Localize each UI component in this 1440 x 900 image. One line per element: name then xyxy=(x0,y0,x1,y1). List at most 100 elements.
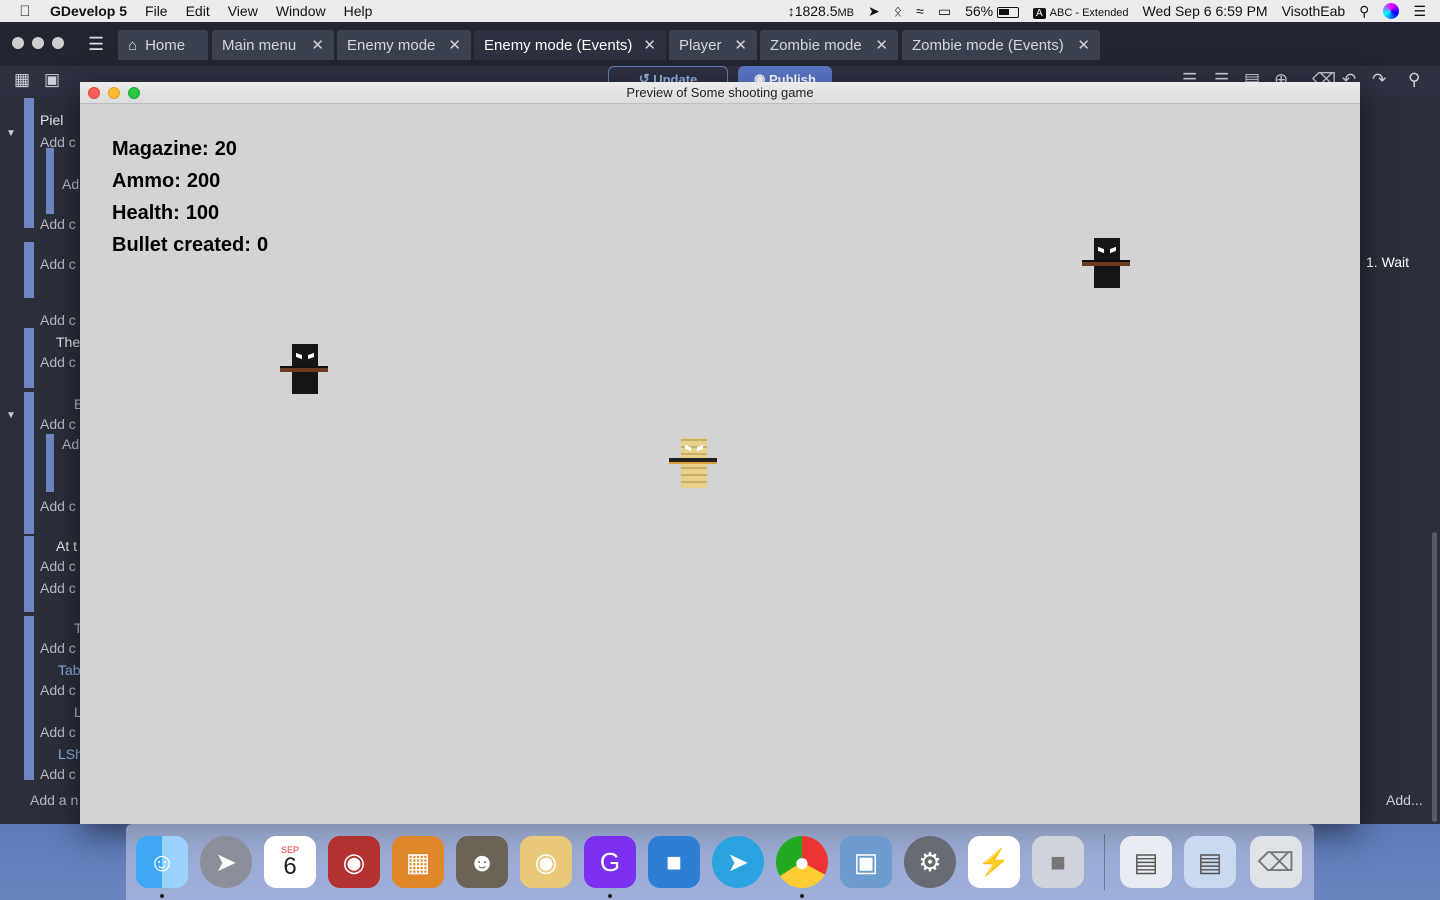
tab-main-menu[interactable]: Main menu ✕ xyxy=(212,30,334,60)
preview-icon[interactable]: ▣ xyxy=(840,836,892,888)
subevent-bar xyxy=(46,434,54,492)
menu-view[interactable]: View xyxy=(228,3,258,19)
roblox-icon[interactable]: ■ xyxy=(1032,836,1084,888)
close-icon[interactable]: ✕ xyxy=(1067,36,1090,54)
event-condition[interactable]: At t xyxy=(56,538,80,554)
location-icon[interactable]: ➤ xyxy=(868,3,880,20)
add-condition-link[interactable]: Add c xyxy=(40,682,80,698)
menu-edit[interactable]: Edit xyxy=(186,3,210,19)
preview-title: Preview of Some shooting game xyxy=(626,85,814,100)
tab-enemy-mode-events[interactable]: Enemy mode (Events) ✕ xyxy=(474,30,666,60)
close-icon[interactable]: ✕ xyxy=(438,36,461,54)
add-condition-link[interactable]: Add c xyxy=(40,580,80,596)
window-close-button[interactable] xyxy=(12,37,24,49)
system-preferences-icon[interactable]: ⚙ xyxy=(904,836,956,888)
add-condition-link[interactable]: Add c xyxy=(40,558,80,574)
event-condition[interactable]: The xyxy=(56,334,80,350)
gimp-icon[interactable]: ☻ xyxy=(456,836,508,888)
menu-app-name[interactable]: GDevelop 5 xyxy=(50,3,127,19)
window-minimize-button[interactable] xyxy=(32,37,44,49)
close-icon[interactable]: ✕ xyxy=(865,36,888,54)
tab-label: Home xyxy=(145,36,186,54)
telegram-icon[interactable]: ➤ xyxy=(712,836,764,888)
add-condition-link[interactable]: Ad xyxy=(62,176,80,192)
add-condition-link[interactable]: Add c xyxy=(40,256,80,272)
add-condition-link[interactable]: Add c xyxy=(40,416,80,432)
search-icon[interactable]: ⚲ xyxy=(1408,70,1420,90)
gdevelop-icon[interactable]: G xyxy=(584,836,636,888)
window-zoom-button[interactable] xyxy=(52,37,64,49)
dock-separator xyxy=(1104,834,1105,890)
menu-file[interactable]: File xyxy=(145,3,168,19)
downloads-stack-icon[interactable]: ▤ xyxy=(1120,836,1172,888)
finder-icon[interactable]: ☺ xyxy=(136,836,188,888)
paint-icon[interactable]: ◉ xyxy=(520,836,572,888)
panels-icon[interactable]: ▦ xyxy=(14,70,30,90)
add-condition-link[interactable]: Ad xyxy=(62,436,80,452)
save-icon[interactable]: ▣ xyxy=(44,70,60,90)
add-condition-link[interactable]: Add c xyxy=(40,766,80,782)
event-bar xyxy=(24,536,34,612)
spotlight-search-icon[interactable]: ⚲ xyxy=(1359,3,1369,20)
chrome-icon[interactable]: ● xyxy=(776,836,828,888)
photo-booth-icon[interactable]: ◉ xyxy=(328,836,380,888)
event-condition[interactable]: Tab xyxy=(58,662,80,678)
airplay-icon[interactable]: ▭ xyxy=(938,3,951,20)
collapse-arrow-icon[interactable]: ▼ xyxy=(6,128,16,139)
event-condition[interactable]: LSh xyxy=(58,746,80,762)
user-name[interactable]: VisothEab xyxy=(1282,3,1346,19)
event-bar xyxy=(24,242,34,298)
messenger-icon[interactable]: ⚡ xyxy=(968,836,1020,888)
event-bar xyxy=(24,392,34,534)
wifi-icon[interactable]: ≈ xyxy=(916,3,924,19)
launchpad-icon[interactable]: ➤ xyxy=(200,836,252,888)
close-icon[interactable]: ✕ xyxy=(724,36,747,54)
running-indicator xyxy=(160,894,164,898)
add-link[interactable]: Add... xyxy=(1386,792,1423,808)
preview-titlebar[interactable]: Preview of Some shooting game xyxy=(80,82,1360,104)
add-condition-link[interactable]: Add c xyxy=(40,498,80,514)
trash-icon[interactable]: ⌫ xyxy=(1250,836,1302,888)
add-condition-link[interactable]: Add c xyxy=(40,134,80,150)
tab-zombie-mode[interactable]: Zombie mode ✕ xyxy=(760,30,898,60)
lego-icon[interactable]: ■ xyxy=(648,836,700,888)
input-source[interactable]: A ABC - Extended xyxy=(1033,3,1129,19)
add-condition-link[interactable]: Add c xyxy=(40,354,80,370)
siri-icon[interactable] xyxy=(1383,3,1400,19)
event-condition[interactable]: Piel xyxy=(40,112,80,128)
add-new-event-link[interactable]: Add a n xyxy=(30,792,80,808)
scrollbar[interactable] xyxy=(1432,532,1437,822)
close-icon[interactable]: ✕ xyxy=(633,36,656,54)
bluetooth-icon[interactable]: ᛟ xyxy=(894,3,902,19)
tab-enemy-mode[interactable]: Enemy mode ✕ xyxy=(337,30,471,60)
menu-help[interactable]: Help xyxy=(344,3,373,19)
calculator-icon[interactable]: ▦ xyxy=(392,836,444,888)
add-condition-link[interactable]: Add c xyxy=(40,216,80,232)
event-action[interactable]: 1. Wait xyxy=(1366,254,1409,270)
tab-player[interactable]: Player ✕ xyxy=(669,30,757,60)
tab-home[interactable]: ⌂ Home xyxy=(118,30,208,60)
add-condition-link[interactable]: Add c xyxy=(40,312,80,328)
event-bar xyxy=(24,328,34,388)
menu-window[interactable]: Window xyxy=(276,3,326,19)
redo-icon[interactable]: ↷ xyxy=(1372,70,1386,90)
memory-indicator[interactable]: ↕1828.5MB xyxy=(788,3,854,19)
add-condition-link[interactable]: Add c xyxy=(40,640,80,656)
hamburger-menu-icon[interactable]: ☰ xyxy=(88,34,104,55)
hud-value: 0 xyxy=(256,234,269,256)
calendar-icon[interactable]: SEP 6 xyxy=(264,836,316,888)
tab-zombie-mode-events[interactable]: Zombie mode (Events) ✕ xyxy=(902,30,1100,60)
add-condition-link[interactable]: Add c xyxy=(40,724,80,740)
tab-label: Main menu xyxy=(222,36,297,54)
clock[interactable]: Wed Sep 6 6:59 PM xyxy=(1143,3,1268,19)
game-canvas[interactable]: Magazine: 20 Ammo: 200 Health: 100 Bulle… xyxy=(80,104,1360,824)
apple-menu-icon[interactable]:  xyxy=(0,3,50,20)
collapse-arrow-icon[interactable]: ▼ xyxy=(6,410,16,421)
tab-label: Player xyxy=(679,36,722,54)
close-icon[interactable]: ✕ xyxy=(301,36,324,54)
dock: ☺ ➤ SEP 6 ◉ ▦ ☻ ◉ G ■ ➤ ● ▣ ⚙ ⚡ ■ ▤ ▤ ⌫ xyxy=(126,824,1314,900)
documents-stack-icon[interactable]: ▤ xyxy=(1184,836,1236,888)
battery-status[interactable]: 56% xyxy=(965,3,1019,19)
running-indicator xyxy=(800,894,804,898)
notification-center-icon[interactable]: ☰ xyxy=(1413,3,1426,20)
